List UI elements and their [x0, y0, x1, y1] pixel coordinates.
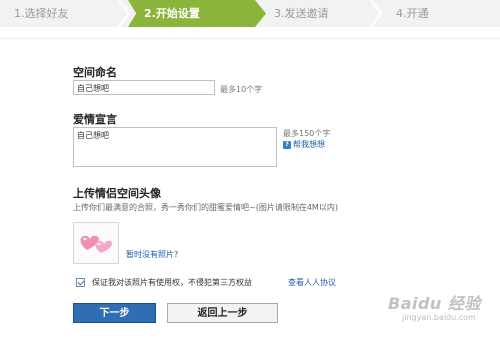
no-photo-link[interactable]: 暂时没有照片? [126, 249, 178, 260]
divider [0, 38, 500, 39]
step-activate: 4.开通 [396, 7, 429, 20]
view-agreement-link[interactable]: 查看人人协议 [288, 277, 336, 288]
declaration-textarea[interactable]: 自己想吧 [73, 127, 277, 167]
avatar-preview[interactable] [73, 222, 119, 264]
watermark-url: jingyan.baidu.com [402, 313, 476, 322]
agreement-text: 保证我对该照片有使用权，不侵犯第三方权益 [92, 278, 252, 287]
space-name-input[interactable]: 自己想吧 [73, 80, 215, 95]
space-name-hint: 最多10个字 [220, 85, 263, 94]
declaration-label: 爱情宣言 [73, 113, 117, 126]
help-icon: ? [283, 140, 291, 149]
agreement-checkbox[interactable] [76, 278, 85, 287]
step-select-friend: 1.选择好友 [14, 7, 69, 20]
help-me-think-label: 帮我想想 [293, 140, 325, 149]
step-start-setup: 2.开始设置 [128, 0, 266, 27]
avatar-title: 上传情侣空间头像 [73, 187, 161, 200]
back-button[interactable]: 返回上一步 [167, 303, 278, 323]
step-separator [118, 0, 130, 27]
help-me-think-link[interactable]: ? 帮我想想 [283, 139, 325, 150]
hearts-icon [80, 235, 113, 253]
avatar-description: 上传你们最满意的合照，秀一秀你们的甜蜜爱情吧~(图片请限制在4M以内) [73, 203, 338, 212]
baidu-watermark: Baidu 经验 [388, 294, 481, 313]
step-send-invite: 3.发送邀请 [274, 7, 329, 20]
space-name-label: 空间命名 [73, 66, 117, 79]
declaration-hint: 最多150个字 [283, 129, 331, 138]
next-button[interactable]: 下一步 [73, 303, 156, 323]
stepper: 1.选择好友 2.开始设置 3.发送邀请 4.开通 [0, 0, 500, 27]
